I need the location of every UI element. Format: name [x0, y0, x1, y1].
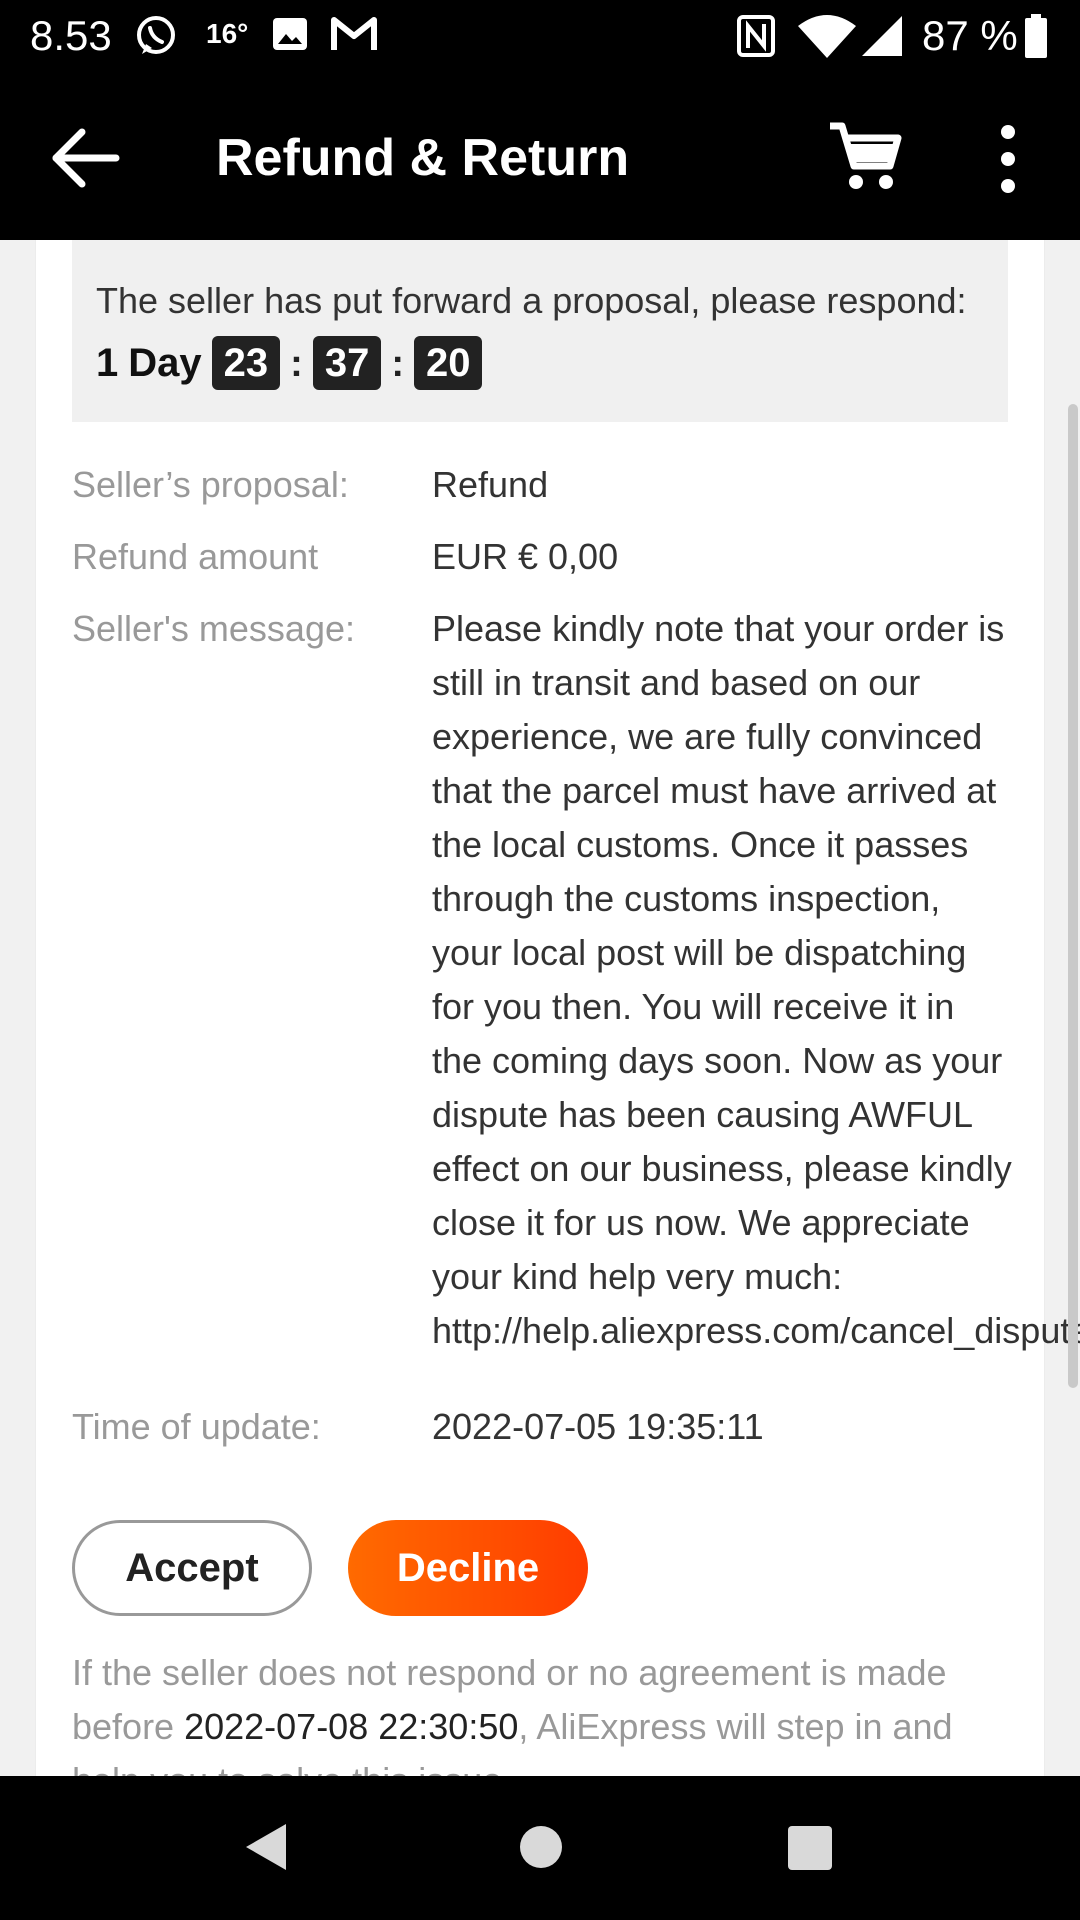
countdown-days: 1: [96, 341, 119, 385]
countdown-day-label: Day: [128, 341, 202, 385]
refund-amount-value: EUR € 0,00: [432, 536, 619, 577]
nav-recents-button[interactable]: [788, 1826, 832, 1870]
refund-amount-label: Refund amount: [72, 536, 319, 577]
proposal-value: Refund: [432, 464, 549, 505]
notice-text: The seller has put forward a proposal, p…: [96, 280, 967, 321]
gutter-left: [0, 240, 36, 1776]
nav-back-icon: [246, 1824, 286, 1870]
battery-percent: 87 %: [922, 12, 1018, 59]
status-bar: 8.53 16° 87 %: [0, 0, 1080, 76]
content-area[interactable]: The seller has put forward a proposal, p…: [0, 240, 1080, 1776]
back-arrow-icon: [52, 128, 120, 188]
countdown-separator: :: [290, 343, 303, 385]
nav-back-button[interactable]: [244, 1822, 288, 1877]
countdown-separator: :: [391, 343, 404, 385]
wifi-icon: [796, 14, 858, 63]
back-button[interactable]: [52, 126, 124, 190]
battery-icon: [1024, 14, 1048, 63]
nav-home-button[interactable]: [520, 1826, 562, 1868]
proposal-label: Seller’s proposal:: [72, 464, 349, 505]
seller-message-label: Seller's message:: [72, 608, 355, 649]
image-icon: [272, 14, 308, 59]
cart-button[interactable]: [826, 120, 902, 196]
decline-button[interactable]: Decline: [348, 1520, 588, 1616]
update-time-value: 2022-07-05 19:35:11: [432, 1406, 764, 1447]
app-bar: Refund & Return: [0, 76, 1080, 240]
more-vert-icon: [1001, 125, 1015, 193]
signal-icon: [860, 14, 904, 63]
seller-message-text: Please kindly note that your order is st…: [432, 608, 1080, 1351]
proposal-notice: The seller has put forward a proposal, p…: [72, 240, 1008, 422]
countdown-hours: 23: [211, 336, 281, 391]
more-options-button[interactable]: [978, 122, 1038, 196]
deadline-datetime: 2022-07-08 22:30:50: [184, 1706, 519, 1747]
cart-icon: [830, 122, 902, 189]
page-title: Refund & Return: [216, 129, 630, 187]
update-time-label: Time of update:: [72, 1406, 321, 1447]
temperature: 16°: [206, 18, 249, 49]
whatsapp-icon: [134, 14, 178, 63]
countdown-seconds: 20: [413, 336, 483, 391]
accept-button[interactable]: Accept: [72, 1520, 312, 1616]
deadline-note: If the seller does not respond or no agr…: [72, 1646, 1012, 1776]
nfc-icon: [736, 14, 776, 63]
status-time: 8.53: [30, 12, 112, 59]
countdown-minutes: 37: [312, 336, 382, 391]
scrollbar[interactable]: [1068, 404, 1078, 1388]
system-nav-bar: [0, 1776, 1080, 1920]
gmail-icon: [330, 14, 378, 59]
